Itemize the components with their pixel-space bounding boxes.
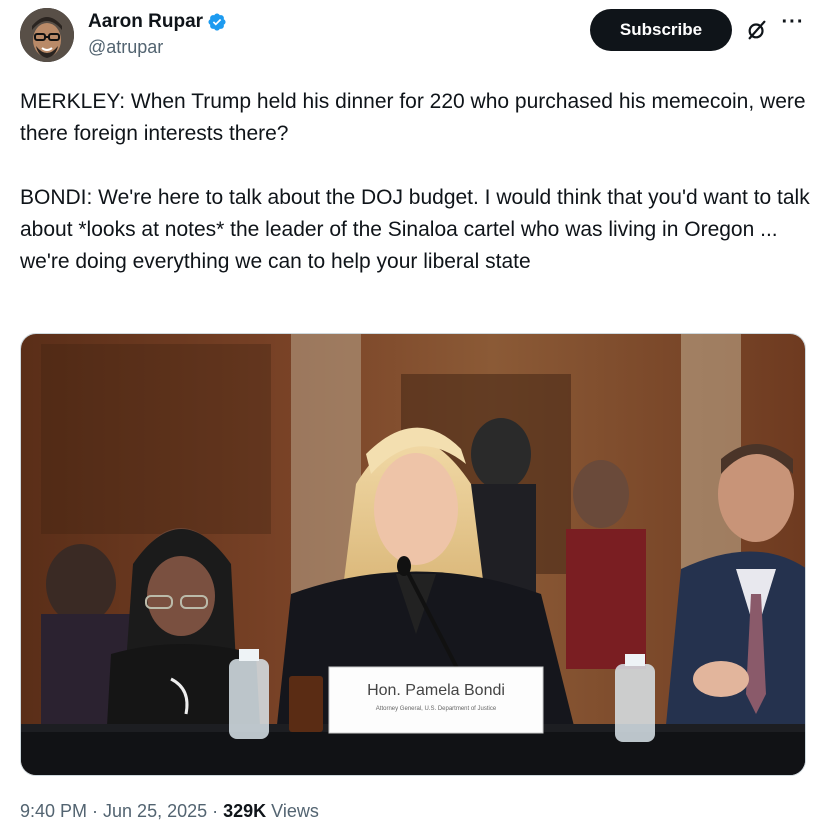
handle[interactable]: @atrupar	[88, 37, 227, 58]
tweet-media-video[interactable]: Hon. Pamela Bondi Attorney General, U.S.…	[20, 333, 806, 776]
tweet-paragraph-1: MERKLEY: When Trump held his dinner for …	[20, 90, 812, 145]
verified-badge-icon	[208, 13, 226, 31]
tweet-header: Aaron Rupar @atrupar Subscribe ···	[20, 8, 810, 68]
display-name[interactable]: Aaron Rupar	[88, 11, 203, 33]
author-block[interactable]: Aaron Rupar @atrupar	[88, 11, 227, 58]
tweet-text: MERKLEY: When Trump held his dinner for …	[20, 86, 810, 278]
name-row: Aaron Rupar	[88, 11, 227, 33]
nameplate-subtitle: Attorney General, U.S. Department of Jus…	[375, 706, 497, 712]
subscribe-button[interactable]: Subscribe	[590, 9, 732, 51]
grok-icon[interactable]	[746, 19, 768, 41]
tweet-meta: 9:40 PM · Jun 25, 2025 · 329K Views	[20, 801, 319, 822]
views-label: Views	[266, 801, 319, 821]
avatar[interactable]	[20, 8, 74, 62]
timestamp-link[interactable]: 9:40 PM · Jun 25, 2025 ·	[20, 801, 223, 821]
nameplate-title: Hon. Pamela Bondi	[367, 682, 505, 699]
nameplate: Hon. Pamela Bondi Attorney General, U.S.…	[330, 668, 542, 732]
more-options-icon[interactable]: ···	[778, 12, 808, 38]
views-count: 329K	[223, 801, 267, 821]
tweet-paragraph-2: BONDI: We're here to talk about the DOJ …	[20, 186, 816, 273]
